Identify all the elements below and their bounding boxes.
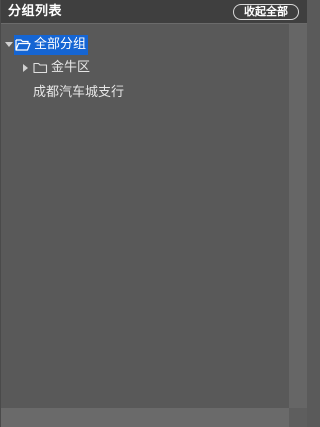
folder-open-icon xyxy=(15,38,31,52)
expand-caret-down-icon[interactable] xyxy=(4,35,14,55)
panel-title: 分组列表 xyxy=(8,4,63,19)
group-list-panel: 分组列表 收起全部 全部分组 金牛区 成都汽车城支行 xyxy=(0,0,307,427)
group-tree: 全部分组 金牛区 成都汽车城支行 xyxy=(1,24,289,408)
vertical-scrollbar[interactable] xyxy=(289,24,307,408)
folder-icon xyxy=(32,61,48,75)
panel-header: 分组列表 收起全部 xyxy=(1,0,307,24)
tree-node-root: 全部分组 xyxy=(4,35,89,55)
tree-node-child-label-wrap[interactable]: 成都汽车城支行 xyxy=(32,83,126,103)
tree-node-child: 金牛区 xyxy=(21,58,92,78)
tree-node-root-label: 全部分组 xyxy=(34,37,87,52)
tree-node-child-label-wrap[interactable]: 金牛区 xyxy=(31,58,92,78)
expand-caret-right-icon[interactable] xyxy=(21,58,31,78)
horizontal-scrollbar[interactable] xyxy=(1,408,289,427)
tree-node-child-label: 金牛区 xyxy=(51,60,91,75)
collapse-all-button[interactable]: 收起全部 xyxy=(233,4,299,20)
scrollbar-corner xyxy=(289,408,307,427)
tree-node-child-label: 成都汽车城支行 xyxy=(33,85,125,100)
tree-node-root-label-wrap[interactable]: 全部分组 xyxy=(14,35,89,55)
tree-node-child: 成都汽车城支行 xyxy=(32,83,126,103)
